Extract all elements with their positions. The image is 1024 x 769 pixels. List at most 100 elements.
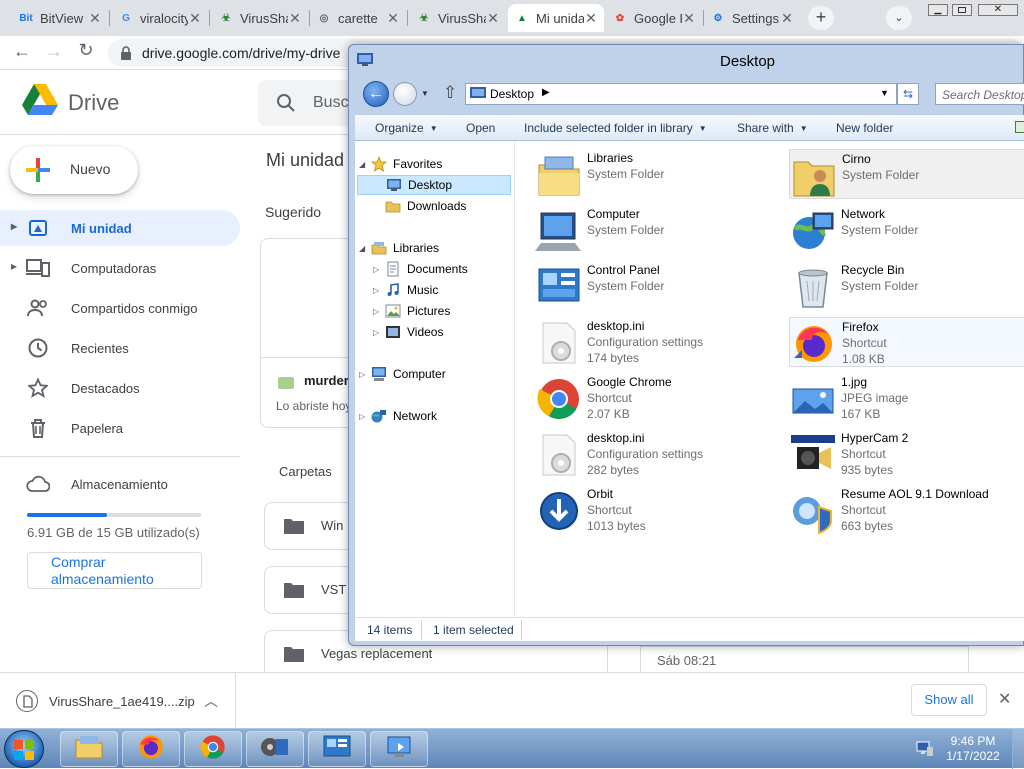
tree-item-music[interactable]: ▷ Music [373, 280, 438, 300]
tab-6[interactable]: ✿ Google Photos✕ [606, 4, 702, 32]
tree-expand-icon[interactable]: ◢ [359, 160, 365, 169]
new-button[interactable]: Nuevo [10, 146, 138, 194]
tab-search-button[interactable]: ⌄ [886, 6, 912, 30]
file-item[interactable]: Google Chrome Shortcut 2.07 KB [535, 373, 775, 423]
tab-close-icon[interactable]: ✕ [584, 10, 598, 27]
sidebar-item-recientes[interactable]: Recientes [0, 330, 240, 366]
tab-2[interactable]: ☣ VirusShare✕ [212, 4, 308, 32]
forward-icon[interactable]: → [42, 41, 66, 65]
tab-close-icon[interactable]: ✕ [188, 10, 202, 27]
file-item[interactable]: Recycle Bin System Folder [789, 261, 1024, 311]
back-button[interactable]: ← [363, 81, 389, 107]
tab-close-icon[interactable]: ✕ [780, 10, 794, 27]
expand-arrow-icon[interactable]: ▸ [11, 259, 17, 273]
file-item[interactable]: Cirno System Folder [789, 149, 1024, 199]
sidebar-item-compartidos-conmigo[interactable]: Compartidos conmigo [0, 290, 240, 326]
file-item[interactable]: 1.jpg JPEG image 167 KB [789, 373, 1024, 423]
tree-item-network[interactable]: ▷ Network [359, 406, 437, 426]
tree-item-libraries[interactable]: ◢ Libraries [359, 238, 439, 258]
media-icon [260, 733, 290, 766]
tab-0[interactable]: Bit BitView ✕ [12, 4, 108, 32]
minimize-button[interactable]: ▁ [928, 4, 948, 16]
up-arrow-icon[interactable]: ⇧ [443, 83, 457, 103]
user-folder-icon [790, 152, 838, 200]
tree-item-downloads[interactable]: Downloads [385, 196, 466, 216]
tree-expand-icon[interactable]: ◢ [359, 244, 365, 253]
page-title[interactable]: Mi unidad [266, 150, 344, 171]
tree-item-videos[interactable]: ▷ Videos [373, 322, 443, 342]
tree-item-desktop[interactable]: Desktop [357, 175, 511, 195]
close-button[interactable]: ✕ [978, 4, 1018, 16]
expand-arrow-icon[interactable]: ▸ [11, 219, 17, 233]
tree-item-computer[interactable]: ▷ Computer [359, 364, 446, 384]
network-tray-icon[interactable] [916, 741, 934, 757]
file-item[interactable]: HyperCam 2 Shortcut 935 bytes [789, 429, 1024, 479]
tree-item-favorites[interactable]: ◢ Favorites [359, 154, 442, 174]
close-icon[interactable]: ✕ [998, 689, 1011, 709]
file-item[interactable]: Firefox Shortcut 1.08 KB [789, 317, 1024, 367]
toolbar-share-with[interactable]: Share with ▼ [737, 115, 808, 141]
tab-close-icon[interactable]: ✕ [88, 10, 102, 27]
tree-expand-icon[interactable]: ▷ [359, 412, 365, 421]
taskbar-firefox-button[interactable] [122, 731, 180, 767]
tab-close-icon[interactable]: ✕ [386, 10, 400, 27]
back-icon[interactable]: ← [10, 41, 34, 65]
toolbar-organize[interactable]: Organize ▼ [375, 115, 438, 141]
toolbar-new-folder[interactable]: New folder [836, 115, 893, 141]
clock[interactable]: 9:46 PM 1/17/2022 [942, 734, 1004, 766]
taskbar-explorer-button[interactable] [60, 731, 118, 767]
tree-item-pictures[interactable]: ▷ Pictures [373, 301, 450, 321]
toolbar-open[interactable]: Open [466, 115, 495, 141]
tree-expand-icon[interactable]: ▷ [373, 307, 379, 316]
location-bar[interactable]: Desktop ▶ ▼ [465, 83, 897, 105]
maximize-button[interactable] [952, 4, 972, 16]
file-item[interactable]: Resume AOL 9.1 Download Shortcut 663 bytes [789, 485, 1024, 535]
sidebar-item-papelera[interactable]: Papelera [0, 410, 240, 446]
breadcrumb-chevron-icon[interactable]: ▶ [542, 87, 550, 98]
file-item[interactable]: Orbit Shortcut 1013 bytes [535, 485, 775, 535]
taskbar-control-panel-button[interactable] [308, 731, 366, 767]
view-options-icon[interactable] [1015, 121, 1024, 133]
tree-expand-icon[interactable]: ▷ [373, 286, 379, 295]
sidebar-item-destacados[interactable]: Destacados [0, 370, 240, 406]
taskbar-media-button[interactable] [246, 731, 304, 767]
file-item[interactable]: Network System Folder [789, 205, 1024, 255]
file-item[interactable]: Libraries System Folder [535, 149, 775, 199]
tab-close-icon[interactable]: ✕ [288, 10, 302, 27]
file-item[interactable]: desktop.ini Configuration settings 282 byt… [535, 429, 775, 479]
tab-7[interactable]: ⚙ Settings ✕ [704, 4, 800, 32]
show-all-button[interactable]: Show all [911, 684, 987, 716]
sidebar-item-computadoras[interactable]: ▸ Computadoras [0, 250, 240, 286]
tab-close-icon[interactable]: ✕ [682, 10, 696, 27]
start-button[interactable] [4, 730, 44, 768]
search-desktop-input[interactable]: Search Desktop [935, 83, 1024, 105]
tree-expand-icon[interactable]: ▷ [359, 370, 365, 379]
toolbar-include-selected-folder-in-library[interactable]: Include selected folder in library ▼ [524, 115, 707, 141]
tab-5[interactable]: ▲ Mi unidad✕ [508, 4, 604, 32]
new-tab-button[interactable]: + [808, 6, 834, 30]
refresh-button[interactable]: ⇆ [897, 83, 919, 105]
drive-search-box[interactable]: Buscar en Drive [258, 80, 358, 126]
sidebar-item-mi-unidad[interactable]: ▸ Mi unidad [0, 210, 240, 246]
status-divider [421, 620, 422, 640]
tab-3[interactable]: ◎ carette ✕ [310, 4, 406, 32]
file-item[interactable]: Computer System Folder [535, 205, 775, 255]
tree-expand-icon[interactable]: ▷ [373, 265, 379, 274]
chevron-up-icon[interactable]: ︿ [204, 691, 218, 711]
tree-expand-icon[interactable]: ▷ [373, 328, 379, 337]
show-desktop-button[interactable] [1012, 729, 1024, 769]
recent-pages-dropdown[interactable]: ▼ [421, 89, 429, 98]
reload-icon[interactable]: ↻ [74, 40, 98, 64]
taskbar-chrome-button[interactable] [184, 731, 242, 767]
location-dropdown-icon[interactable]: ▼ [880, 88, 889, 98]
tab-4[interactable]: ☣ VirusShare✕ [410, 4, 506, 32]
tab-close-icon[interactable]: ✕ [486, 10, 500, 27]
file-item[interactable]: Control Panel System Folder [535, 261, 775, 311]
taskbar-hypercam-button[interactable] [370, 731, 428, 767]
download-item[interactable]: VirusShare_1ae419....zip ︿ [0, 673, 236, 729]
buy-storage-button[interactable]: Comprar almacenamiento [27, 552, 202, 589]
tree-item-documents[interactable]: ▷ Documents [373, 259, 468, 279]
file-item[interactable]: desktop.ini Configuration settings 174 byt… [535, 317, 775, 367]
forward-button[interactable] [393, 82, 417, 106]
tab-1[interactable]: Gviralocity ✕ [112, 4, 208, 32]
